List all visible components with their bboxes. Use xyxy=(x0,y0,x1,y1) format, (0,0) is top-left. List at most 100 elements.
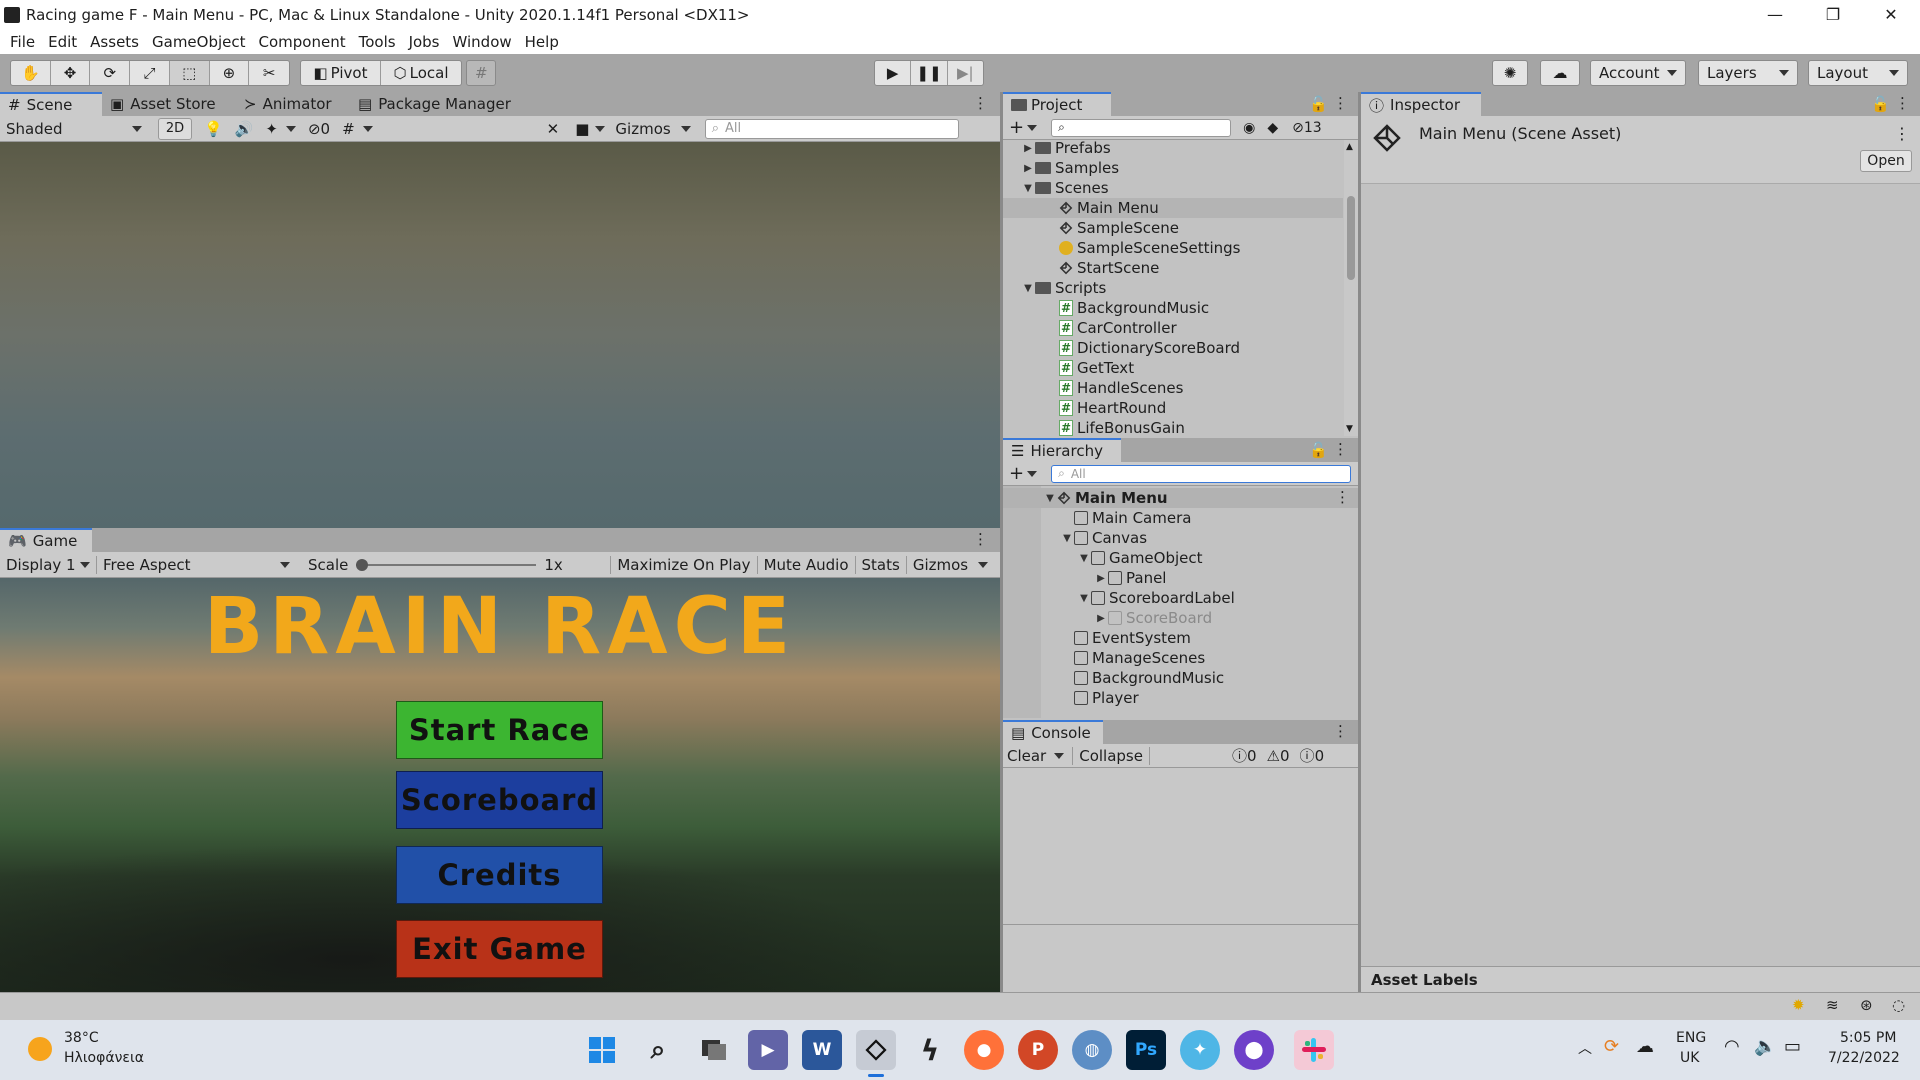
kebab-menu-icon[interactable]: ⋮ xyxy=(1333,722,1348,740)
project-search-input[interactable]: ⌕ xyxy=(1051,118,1232,137)
snap-grid-icon[interactable]: # xyxy=(466,60,496,86)
layout-dropdown[interactable]: Layout xyxy=(1808,60,1908,86)
scroll-up-icon[interactable]: ▲ xyxy=(1346,142,1353,152)
slider-thumb[interactable] xyxy=(356,558,369,571)
filter-label-icon[interactable]: ◆ xyxy=(1267,120,1278,136)
collab-icon[interactable]: ✺ xyxy=(1492,60,1528,86)
weather-temp[interactable]: 38°C xyxy=(64,1030,99,1046)
kebab-menu-icon[interactable]: ⋮ xyxy=(1333,94,1348,112)
visual-studio-icon[interactable]: ϟ xyxy=(910,1030,950,1070)
clock-date[interactable]: 7/22/2022 xyxy=(1828,1050,1900,1066)
chevron-up-icon[interactable]: ︿ xyxy=(1578,1038,1592,1058)
cloud-icon[interactable]: ☁ xyxy=(1540,60,1580,86)
menu-assets[interactable]: Assets xyxy=(90,33,139,51)
chevron-down-icon[interactable] xyxy=(978,561,989,568)
hierarchy-item[interactable]: ▼ GameObject xyxy=(1003,548,1202,568)
menu-component[interactable]: Component xyxy=(259,33,346,51)
local-button[interactable]: ⬡ Local xyxy=(381,61,461,85)
move-tool-icon[interactable]: ✥ xyxy=(51,61,91,85)
chevron-down-icon[interactable]: ▼ xyxy=(1077,593,1091,604)
camera-icon[interactable]: ■ xyxy=(575,120,589,138)
hierarchy-item[interactable]: ManageScenes xyxy=(1003,648,1205,668)
filter-type-icon[interactable]: ◉ xyxy=(1243,120,1255,136)
chevron-right-icon[interactable]: ▶ xyxy=(1021,143,1035,154)
chevron-right-icon[interactable]: ▶ xyxy=(1094,613,1108,624)
menu-jobs[interactable]: Jobs xyxy=(409,33,440,51)
grid-icon[interactable]: # xyxy=(342,120,355,138)
add-icon[interactable]: + xyxy=(1009,117,1024,138)
lock-icon[interactable]: 🔓 xyxy=(1309,95,1328,113)
tab-scene[interactable]: # Scene xyxy=(0,92,102,116)
chevron-right-icon[interactable]: ▶ xyxy=(1094,573,1108,584)
language-code[interactable]: ENG xyxy=(1676,1030,1706,1046)
project-item[interactable]: # CarController xyxy=(1003,318,1343,338)
kebab-menu-icon[interactable]: ⋮ xyxy=(1333,440,1348,458)
shading-dropdown[interactable]: Shaded xyxy=(0,120,148,138)
scale-tool-icon[interactable]: ⤢ xyxy=(130,61,170,85)
unity-taskbar-icon[interactable] xyxy=(856,1030,896,1070)
tab-animator[interactable]: ≻ Animator xyxy=(236,92,340,116)
tab-inspector[interactable]: ⓘ Inspector xyxy=(1361,92,1481,116)
tab-console[interactable]: ▤ Console xyxy=(1003,720,1103,744)
battery-icon[interactable]: ▭ xyxy=(1784,1036,1801,1057)
scoreboard-button[interactable]: Scoreboard xyxy=(396,771,603,829)
chevron-down-icon[interactable] xyxy=(595,125,606,132)
open-button[interactable]: Open xyxy=(1860,150,1912,172)
hierarchy-item[interactable]: ▼ ScoreboardLabel xyxy=(1003,588,1235,608)
hand-tool-icon[interactable]: ✋ xyxy=(11,61,51,85)
stats-toggle[interactable]: Stats xyxy=(854,555,906,574)
project-item[interactable]: # DictionaryScoreBoard xyxy=(1003,338,1343,358)
asset-labels-header[interactable]: Asset Labels xyxy=(1361,966,1920,992)
project-item[interactable]: ▶ Samples xyxy=(1003,158,1343,178)
play-icon[interactable]: ▶ xyxy=(875,61,912,85)
error-icon[interactable]: ⓘ xyxy=(1232,745,1247,766)
menu-gameobject[interactable]: GameObject xyxy=(152,33,246,51)
rotate-tool-icon[interactable]: ⟳ xyxy=(90,61,131,85)
chevron-down-icon[interactable] xyxy=(680,125,691,132)
chevron-down-icon[interactable]: ▼ xyxy=(1021,183,1035,194)
chevron-down-icon[interactable]: ▼ xyxy=(1021,283,1035,294)
visibility-icon[interactable]: ⊘ xyxy=(308,120,321,138)
gizmos-toggle[interactable]: Gizmos xyxy=(905,555,974,574)
close-button[interactable]: ✕ xyxy=(1862,0,1920,29)
debug-icon[interactable]: ⊛ xyxy=(1860,996,1873,1014)
windows-start-icon[interactable] xyxy=(582,1030,622,1070)
kebab-menu-icon[interactable]: ⋮ xyxy=(973,94,988,112)
collapse-toggle[interactable]: Collapse xyxy=(1072,746,1150,765)
exit-game-button[interactable]: Exit Game xyxy=(396,920,603,978)
clear-button[interactable]: Clear xyxy=(1007,747,1046,765)
github-icon[interactable]: ⬤ xyxy=(1234,1030,1274,1070)
tab-hierarchy[interactable]: ☰ Hierarchy xyxy=(1003,438,1121,462)
project-item[interactable]: SampleScene xyxy=(1003,218,1343,238)
sync-icon[interactable]: ⟳ xyxy=(1604,1036,1619,1057)
lock-icon[interactable]: 🔓 xyxy=(1871,95,1890,113)
project-item[interactable]: # LifeBonusGain xyxy=(1003,418,1343,436)
project-item[interactable]: ▼ Scripts xyxy=(1003,278,1343,298)
kebab-menu-icon[interactable]: ⋮ xyxy=(1894,124,1910,143)
tab-project[interactable]: Project xyxy=(1003,92,1111,116)
warning-icon[interactable]: ⚠ xyxy=(1267,747,1280,765)
hierarchy-item[interactable]: ▶ ScoreBoard xyxy=(1003,608,1212,628)
effects-icon[interactable]: ✦ xyxy=(265,120,278,138)
weather-desc[interactable]: Ηλιοφάνεια xyxy=(64,1050,144,1066)
tools-icon[interactable]: ✕ xyxy=(547,120,560,138)
clock-time[interactable]: 5:05 PM xyxy=(1840,1030,1896,1046)
game-view[interactable]: BRAIN RACE Start Race Scoreboard Credits… xyxy=(0,578,1000,992)
hierarchy-item[interactable]: EventSystem xyxy=(1003,628,1191,648)
gizmos-dropdown[interactable]: Gizmos xyxy=(615,120,670,138)
hierarchy-item[interactable]: ▼ Main Menu xyxy=(1003,488,1167,508)
scene-view[interactable] xyxy=(0,142,1000,528)
info-icon[interactable]: ⓘ xyxy=(1300,745,1315,766)
pivot-button[interactable]: ◧ Pivot xyxy=(301,61,381,85)
chevron-down-icon[interactable]: ▼ xyxy=(1060,533,1074,544)
progress-icon[interactable]: ◌ xyxy=(1892,996,1905,1014)
task-view-icon[interactable] xyxy=(694,1030,734,1070)
wifi-icon[interactable]: ◠ xyxy=(1724,1036,1740,1057)
restore-button[interactable]: ❐ xyxy=(1804,0,1862,29)
audio-icon[interactable]: 🔊 xyxy=(235,120,254,138)
scale-slider[interactable] xyxy=(356,558,537,572)
tab-game[interactable]: 🎮 Game xyxy=(0,528,92,552)
project-item[interactable]: SampleSceneSettings xyxy=(1003,238,1343,258)
custom-tool-icon[interactable]: ✂ xyxy=(249,61,289,85)
kebab-menu-icon[interactable]: ⋮ xyxy=(1335,488,1350,506)
